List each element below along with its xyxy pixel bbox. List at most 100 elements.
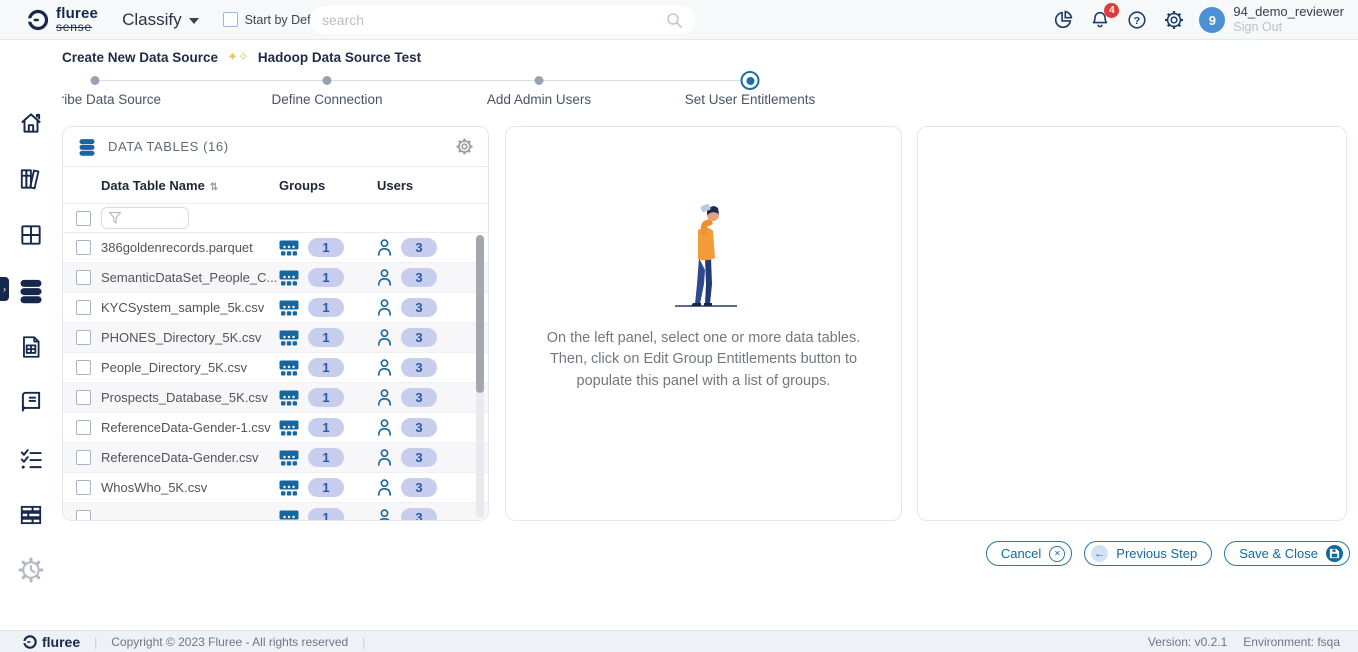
sort-icon[interactable]: ⇅	[210, 182, 218, 193]
table-row[interactable]: 1 3	[63, 503, 488, 521]
users-count-pill: 3	[401, 508, 437, 521]
arrow-left-icon: ←	[1091, 545, 1108, 562]
breadcrumb-source-name: Hadoop Data Source Test	[258, 50, 421, 65]
groups-count-pill: 1	[308, 508, 344, 521]
groups-icon	[279, 510, 299, 522]
database-icon	[77, 137, 97, 157]
row-name: KYCSystem_sample_5k.csv	[101, 300, 279, 315]
users-count-pill: 3	[401, 268, 437, 287]
table-row[interactable]: ReferenceData-Gender.csv 1 3	[63, 443, 488, 473]
panel-settings-gear-icon[interactable]	[455, 137, 474, 156]
table-row[interactable]: PHONES_Directory_5K.csv 1 3	[63, 323, 488, 353]
gear-clock-icon	[17, 556, 45, 584]
previous-step-button[interactable]: ← Previous Step	[1084, 541, 1212, 566]
user-icon	[377, 509, 392, 521]
footer-divider: |	[94, 635, 97, 649]
gear-icon[interactable]	[1162, 8, 1186, 32]
sidebar-item-home[interactable]	[17, 109, 45, 137]
table-rows: 386goldenrecords.parquet 1 3 SemanticDat…	[63, 233, 488, 521]
brand-secondary: sense	[56, 21, 98, 33]
cancel-button[interactable]: Cancel ✕	[986, 541, 1072, 566]
users-count-pill: 3	[401, 358, 437, 377]
fluree-logo-icon	[22, 634, 38, 650]
sidebar-item-layers[interactable]	[17, 501, 45, 529]
empty-state-message: On the left panel, select one or more da…	[547, 328, 861, 391]
svg-text:?: ?	[1134, 15, 1140, 27]
table-row[interactable]: Prospects_Database_5K.csv 1 3	[63, 383, 488, 413]
groups-icon	[279, 360, 299, 376]
bell-icon[interactable]: 4	[1088, 8, 1112, 32]
table-row[interactable]: KYCSystem_sample_5k.csv 1 3	[63, 293, 488, 323]
row-name: Prospects_Database_5K.csv	[101, 390, 279, 405]
scrollbar[interactable]	[476, 235, 484, 518]
sign-out-link[interactable]: Sign Out	[1233, 20, 1344, 34]
app-menu-dropdown[interactable]: Classify	[122, 10, 199, 30]
sidebar-item-library[interactable]	[17, 165, 45, 193]
groups-icon	[279, 330, 299, 346]
row-checkbox[interactable]	[76, 330, 91, 345]
help-icon[interactable]: ?	[1125, 8, 1149, 32]
select-all-checkbox[interactable]	[76, 211, 91, 226]
footer-divider: |	[362, 635, 365, 649]
user-icon	[377, 389, 392, 406]
row-name: ReferenceData-Gender.csv	[101, 450, 279, 465]
book-icon	[18, 389, 44, 415]
footer-copyright: Copyright © 2023 Fluree - All rights res…	[111, 635, 348, 649]
pie-chart-icon[interactable]	[1051, 8, 1075, 32]
users-panel	[917, 126, 1347, 521]
table-row[interactable]: 386goldenrecords.parquet 1 3	[63, 233, 488, 263]
row-checkbox[interactable]	[76, 420, 91, 435]
database-icon	[17, 277, 45, 305]
table-row[interactable]: WhosWho_5K.csv 1 3	[63, 473, 488, 503]
groups-icon	[279, 270, 299, 286]
groups-count-pill: 1	[308, 268, 344, 287]
row-checkbox[interactable]	[76, 480, 91, 495]
column-header-name[interactable]: Data Table Name⇅	[101, 178, 279, 193]
sidebar-item-data-sources[interactable]	[17, 277, 45, 305]
groups-count-pill: 1	[308, 448, 344, 467]
sidebar-item-tasks[interactable]	[17, 445, 45, 473]
row-checkbox[interactable]	[76, 450, 91, 465]
sidebar-item-reports[interactable]	[17, 333, 45, 361]
top-bar: fluree sense Classify Start by Default	[0, 0, 1358, 40]
notification-badge: 4	[1104, 3, 1119, 18]
row-checkbox[interactable]	[76, 390, 91, 405]
step-label: Add Admin Users	[487, 92, 591, 107]
scrollbar-thumb[interactable]	[476, 235, 484, 393]
row-name: SemanticDataSet_People_C...	[101, 270, 279, 285]
sidebar-item-pending-settings[interactable]	[17, 556, 45, 584]
row-checkbox[interactable]	[76, 510, 91, 521]
row-checkbox[interactable]	[76, 360, 91, 375]
footer-environment: Environment: fsqa	[1243, 635, 1340, 649]
row-checkbox[interactable]	[76, 270, 91, 285]
stepper-line	[95, 80, 750, 81]
table-row[interactable]: People_Directory_5K.csv 1 3	[63, 353, 488, 383]
user-icon	[377, 449, 392, 466]
username: 94_demo_reviewer	[1233, 5, 1344, 20]
sidebar-item-grid[interactable]	[17, 221, 45, 249]
groups-count-pill: 1	[308, 328, 344, 347]
checklist-icon	[18, 446, 44, 472]
step-dot	[323, 76, 332, 85]
groups-count-pill: 1	[308, 388, 344, 407]
row-name: PHONES_Directory_5K.csv	[101, 330, 279, 345]
users-count-pill: 3	[401, 298, 437, 317]
groups-icon	[279, 240, 299, 256]
breadcrumb: Create New Data Source ✦✧ Hadoop Data So…	[62, 49, 421, 65]
footer-brand-text: fluree	[42, 634, 80, 650]
table-row[interactable]: SemanticDataSet_People_C... 1 3	[63, 263, 488, 293]
column-header-groups: Groups	[279, 178, 377, 193]
active-nav-indicator: ›	[0, 277, 9, 301]
save-close-button[interactable]: Save & Close	[1224, 541, 1350, 566]
row-checkbox[interactable]	[76, 240, 91, 255]
start-by-default-checkbox[interactable]	[223, 12, 238, 27]
table-row[interactable]: ReferenceData-Gender-1.csv 1 3	[63, 413, 488, 443]
row-checkbox[interactable]	[76, 300, 91, 315]
bricks-icon	[18, 502, 44, 528]
search-input[interactable]	[322, 12, 666, 28]
avatar[interactable]: 9	[1199, 7, 1225, 33]
panel-title: DATA TABLES (16)	[108, 139, 444, 154]
sidebar-item-catalog[interactable]	[17, 388, 45, 416]
users-count-pill: 3	[401, 448, 437, 467]
spark-icon: ✦✧	[227, 49, 249, 65]
